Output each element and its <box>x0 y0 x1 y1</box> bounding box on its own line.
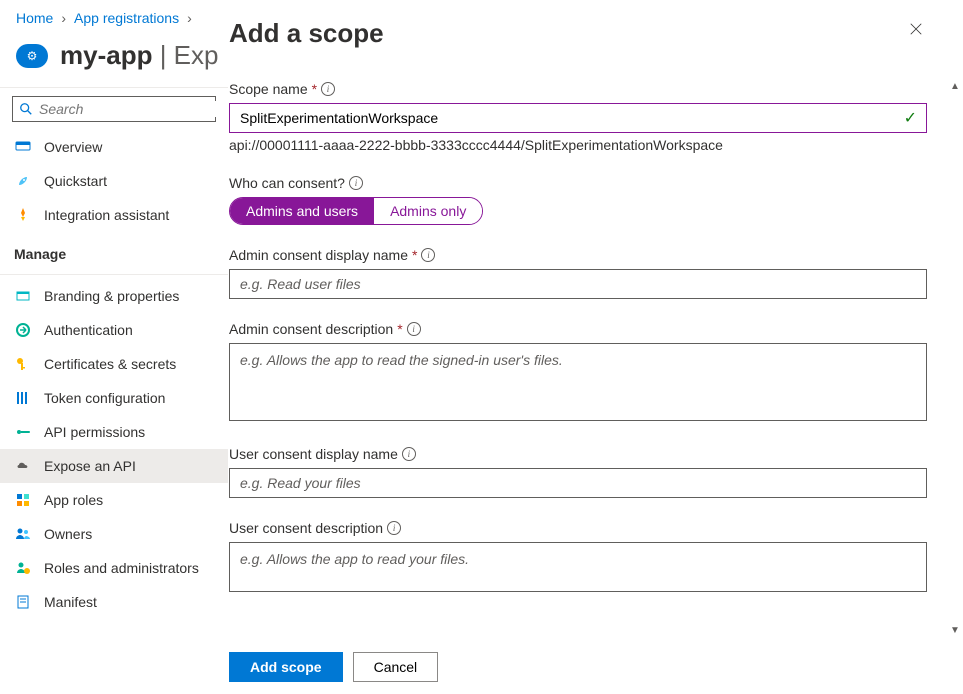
permissions-icon <box>14 423 32 441</box>
page-title-section: Exp <box>174 40 219 70</box>
admin-display-label: Admin consent display name <box>229 247 408 263</box>
breadcrumb-sep: › <box>61 10 66 26</box>
people-icon <box>14 525 32 543</box>
user-desc-textarea[interactable] <box>229 542 927 592</box>
sidebar-item-label: Certificates & secrets <box>44 356 176 372</box>
info-icon[interactable]: i <box>402 447 416 461</box>
info-icon[interactable]: i <box>387 521 401 535</box>
admin-display-input[interactable] <box>229 269 927 299</box>
grid-icon <box>14 491 32 509</box>
scope-name-label: Scope name <box>229 81 308 97</box>
sidebar-item-label: Owners <box>44 526 92 542</box>
manifest-icon <box>14 593 32 611</box>
info-icon[interactable]: i <box>407 322 421 336</box>
scroll-up-icon[interactable]: ▲ <box>947 78 963 94</box>
search-box[interactable] <box>12 96 216 122</box>
user-desc-label: User consent description <box>229 520 383 536</box>
cancel-button[interactable]: Cancel <box>353 652 439 682</box>
sidebar-item-label: Roles and administrators <box>44 560 199 576</box>
sidebar-item-label: Branding & properties <box>44 288 179 304</box>
sidebar: Overview Quickstart Integration assistan… <box>0 87 228 619</box>
sidebar-item-label: Integration assistant <box>44 207 169 223</box>
info-icon[interactable]: i <box>321 82 335 96</box>
breadcrumb-home[interactable]: Home <box>16 10 53 26</box>
sidebar-item-app-roles[interactable]: App roles <box>0 483 228 517</box>
cloud-app-icon <box>16 44 48 68</box>
add-scope-button[interactable]: Add scope <box>229 652 343 682</box>
rocket-icon <box>14 206 32 224</box>
scope-name-input[interactable] <box>229 103 927 133</box>
sidebar-item-certificates[interactable]: Certificates & secrets <box>0 347 228 381</box>
section-header-manage: Manage <box>0 232 228 270</box>
consent-label: Who can consent? <box>229 175 345 191</box>
branding-icon <box>14 287 32 305</box>
sidebar-item-label: Overview <box>44 139 102 155</box>
sidebar-item-integration[interactable]: Integration assistant <box>0 198 228 232</box>
sidebar-item-label: Authentication <box>44 322 133 338</box>
consent-admins-users[interactable]: Admins and users <box>230 198 374 224</box>
user-display-label: User consent display name <box>229 446 398 462</box>
admin-icon <box>14 559 32 577</box>
sidebar-item-token[interactable]: Token configuration <box>0 381 228 415</box>
breadcrumb-sep: › <box>187 10 192 26</box>
authentication-icon <box>14 321 32 339</box>
check-icon: ✓ <box>904 108 917 128</box>
sidebar-item-label: Token configuration <box>44 390 165 406</box>
app-name: my-app <box>60 40 152 70</box>
sidebar-item-label: Expose an API <box>44 458 136 474</box>
panel-title: Add a scope <box>229 18 384 49</box>
key-icon <box>14 355 32 373</box>
sidebar-item-quickstart[interactable]: Quickstart <box>0 164 228 198</box>
sidebar-item-label: API permissions <box>44 424 145 440</box>
sidebar-item-label: App roles <box>44 492 103 508</box>
scope-uri-text: api://00001111-aaaa-2222-bbbb-3333cccc44… <box>229 137 927 153</box>
cloud-icon <box>14 457 32 475</box>
consent-admins-only[interactable]: Admins only <box>374 198 482 224</box>
overview-icon <box>14 138 32 156</box>
sidebar-item-roles-admins[interactable]: Roles and administrators <box>0 551 228 585</box>
sidebar-item-label: Manifest <box>44 594 97 610</box>
sidebar-item-branding[interactable]: Branding & properties <box>0 279 228 313</box>
required-indicator: * <box>397 321 402 337</box>
add-scope-panel: Add a scope ▲ Scope name * i ✓ api://000… <box>229 0 963 694</box>
close-icon[interactable] <box>905 18 927 45</box>
search-input[interactable] <box>39 101 221 117</box>
scroll-down-icon[interactable]: ▼ <box>947 622 963 638</box>
token-icon <box>14 389 32 407</box>
breadcrumb-app-registrations[interactable]: App registrations <box>74 10 179 26</box>
page-title: my-app | Exp <box>60 40 218 71</box>
admin-desc-textarea[interactable] <box>229 343 927 421</box>
info-icon[interactable]: i <box>349 176 363 190</box>
consent-toggle: Admins and users Admins only <box>229 197 483 225</box>
sidebar-item-overview[interactable]: Overview <box>0 130 228 164</box>
info-icon[interactable]: i <box>421 248 435 262</box>
sidebar-item-owners[interactable]: Owners <box>0 517 228 551</box>
user-display-input[interactable] <box>229 468 927 498</box>
page-title-sep: | <box>152 40 173 70</box>
sidebar-item-permissions[interactable]: API permissions <box>0 415 228 449</box>
required-indicator: * <box>412 247 417 263</box>
sidebar-item-manifest[interactable]: Manifest <box>0 585 228 619</box>
sidebar-item-label: Quickstart <box>44 173 107 189</box>
sidebar-item-authentication[interactable]: Authentication <box>0 313 228 347</box>
quickstart-icon <box>14 172 32 190</box>
admin-desc-label: Admin consent description <box>229 321 393 337</box>
search-icon <box>19 102 33 116</box>
required-indicator: * <box>312 81 317 97</box>
divider <box>0 274 228 275</box>
sidebar-item-expose-api[interactable]: Expose an API <box>0 449 228 483</box>
